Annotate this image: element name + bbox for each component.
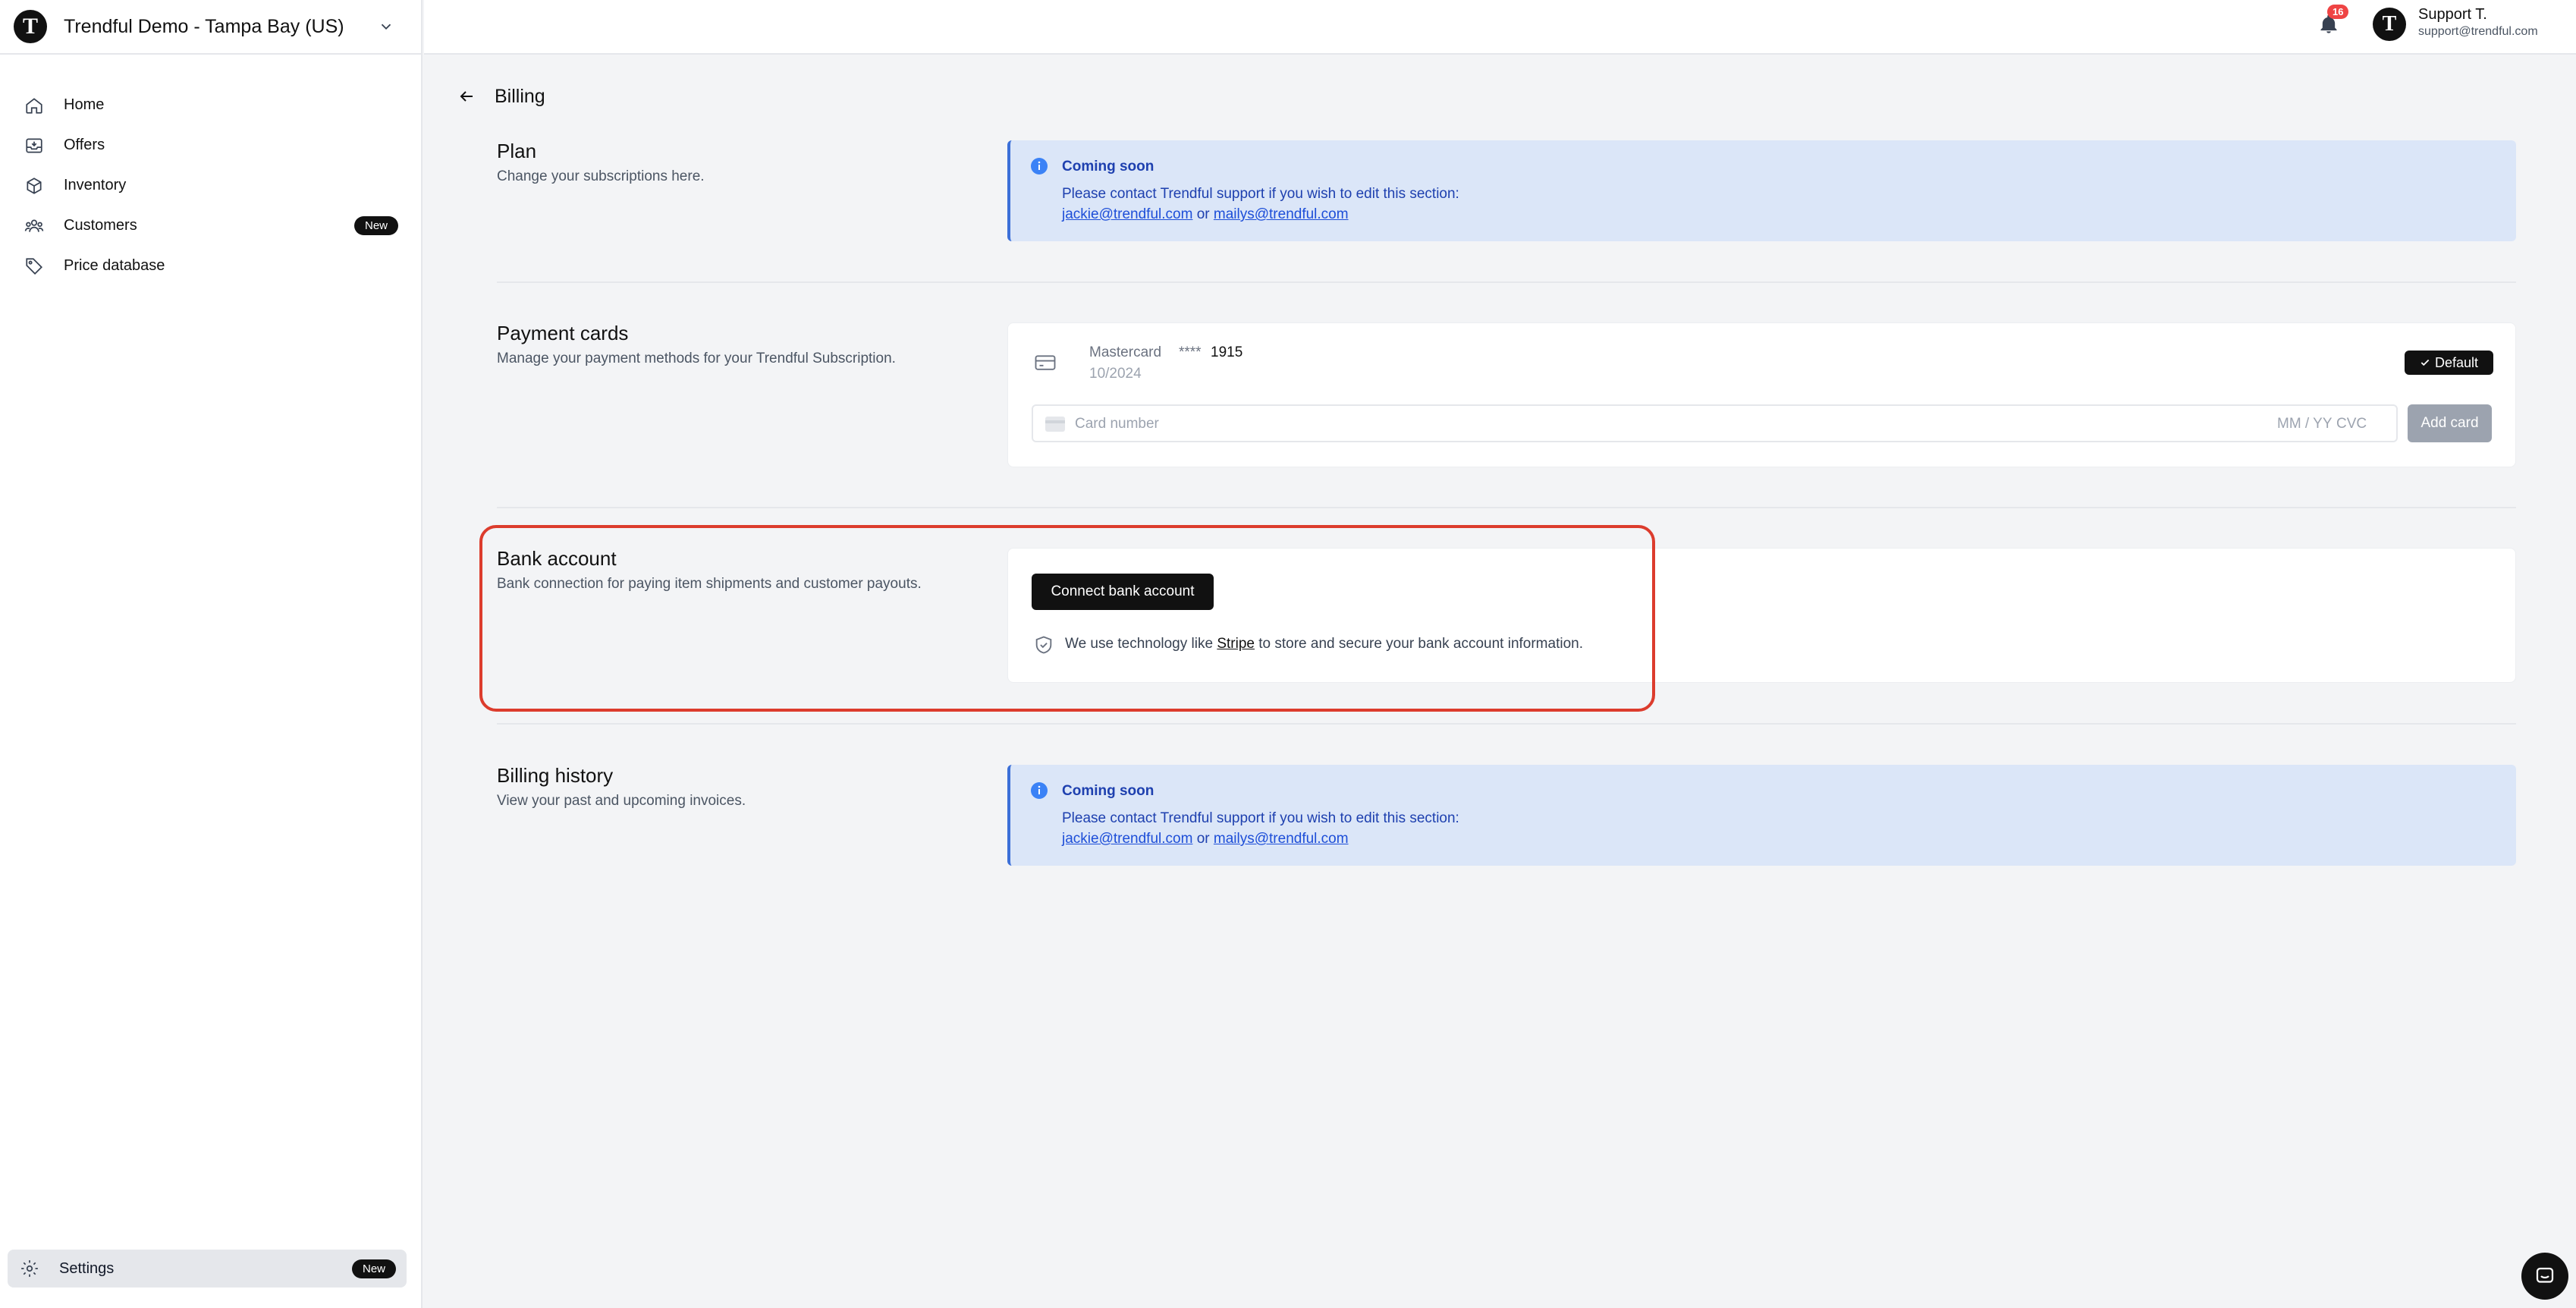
payment-cards-section-title: Payment cards — [497, 322, 629, 344]
notice-or: or — [1196, 831, 1210, 847]
gear-icon — [18, 1257, 41, 1280]
card-masked-digits: **** — [1179, 344, 1202, 360]
notice-links: jackie@trendful.com or mailys@trendful.c… — [1062, 206, 1349, 223]
payment-cards-section-description: Manage your payment methods for your Tre… — [497, 351, 896, 366]
org-logo: T — [14, 10, 47, 43]
user-name: Support T. — [2418, 6, 2487, 23]
sidebar-item-label: Offers — [64, 137, 105, 153]
connect-bank-account-button[interactable]: Connect bank account — [1032, 574, 1214, 610]
sidebar-item-offers[interactable]: Offers — [8, 125, 413, 165]
credit-card-icon — [1034, 351, 1057, 374]
plan-section-title: Plan — [497, 140, 537, 162]
notice-links: jackie@trendful.com or mailys@trendful.c… — [1062, 831, 1349, 847]
chat-launcher-button[interactable] — [2521, 1253, 2568, 1300]
section-divider — [497, 507, 2516, 508]
add-card-button[interactable]: Add card — [2408, 404, 2492, 442]
default-label: Default — [2434, 354, 2479, 370]
security-note-prefix: We use technology like — [1065, 636, 1214, 652]
stripe-link[interactable]: Stripe — [1217, 636, 1255, 652]
shield-check-icon — [1033, 634, 1054, 656]
billing-history-section-title: Billing history — [497, 764, 614, 787]
card-last4: 1915 — [1211, 344, 1243, 360]
support-email-link-mailys[interactable]: mailys@trendful.com — [1214, 831, 1349, 847]
sidebar-item-home[interactable]: Home — [8, 85, 413, 125]
chat-icon — [2536, 1267, 2554, 1283]
notice-title: Coming soon — [1062, 783, 1154, 799]
notice-or: or — [1196, 206, 1210, 222]
tag-icon — [23, 255, 46, 278]
page-title: Billing — [495, 85, 545, 107]
info-icon — [1030, 781, 1048, 800]
sidebar: T Trendful Demo - Tampa Bay (US) Home Of… — [0, 0, 423, 1308]
card-number-input[interactable]: Card number MM / YY CVC — [1032, 404, 2398, 442]
bank-account-panel: Connect bank account We use technology l… — [1007, 548, 2516, 683]
users-icon — [23, 215, 46, 237]
notice-text: Please contact Trendful support if you w… — [1062, 810, 1459, 826]
card-brand: Mastercard — [1089, 344, 1162, 360]
card-placeholder-icon — [1045, 417, 1065, 432]
sidebar-nav: Home Offers Inventory Customers New Pric… — [0, 55, 421, 286]
sidebar-item-inventory[interactable]: Inventory — [8, 165, 413, 206]
payment-cards-panel: Mastercard **** 1915 10/2024 Default Car… — [1007, 322, 2516, 467]
support-email-link-jackie[interactable]: jackie@trendful.com — [1062, 206, 1192, 222]
box-icon — [23, 175, 46, 197]
bank-account-section-title: Bank account — [497, 547, 617, 570]
bank-account-section-description: Bank connection for paying item shipment… — [497, 576, 922, 592]
sidebar-item-label: Inventory — [64, 177, 127, 193]
card-expiry-placeholder[interactable]: MM / YY — [2277, 416, 2333, 432]
sidebar-item-settings[interactable]: Settings New — [8, 1250, 407, 1288]
notification-count-badge: 16 — [2327, 5, 2349, 19]
sidebar-item-label: Home — [64, 96, 105, 113]
card-expiry: 10/2024 — [1089, 366, 1142, 382]
bank-security-note: We use technology like Stripe to store a… — [1065, 636, 1583, 652]
card-cvc-placeholder[interactable]: CVC — [2336, 416, 2367, 432]
org-name: Trendful Demo - Tampa Bay (US) — [64, 15, 344, 37]
security-note-suffix: to store and secure your bank account in… — [1258, 636, 1583, 652]
section-divider — [497, 723, 2516, 725]
sidebar-item-price-database[interactable]: Price database — [8, 246, 413, 286]
page-header: Billing — [455, 85, 545, 108]
billing-history-section-description: View your past and upcoming invoices. — [497, 793, 746, 809]
back-arrow-icon[interactable] — [455, 85, 478, 108]
new-badge: New — [351, 1259, 396, 1278]
card-number-placeholder: Card number — [1075, 416, 1159, 432]
notice-text: Please contact Trendful support if you w… — [1062, 186, 1459, 202]
avatar[interactable]: T — [2373, 8, 2406, 41]
default-card-badge: Default — [2405, 351, 2493, 375]
plan-coming-soon-notice: Coming soon Please contact Trendful supp… — [1007, 140, 2516, 241]
org-switcher[interactable]: T Trendful Demo - Tampa Bay (US) — [0, 0, 421, 55]
section-divider — [497, 281, 2516, 283]
inbox-icon — [23, 134, 46, 157]
sidebar-item-label: Price database — [64, 257, 165, 274]
support-email-link-mailys[interactable]: mailys@trendful.com — [1214, 206, 1349, 222]
plan-section-description: Change your subscriptions here. — [497, 168, 705, 184]
notice-title: Coming soon — [1062, 159, 1154, 175]
info-icon — [1030, 157, 1048, 175]
sidebar-item-label: Customers — [64, 217, 137, 234]
top-bar — [424, 0, 2576, 55]
chevron-down-icon[interactable] — [371, 11, 401, 42]
home-icon — [23, 94, 46, 117]
new-badge: New — [353, 216, 398, 235]
support-email-link-jackie[interactable]: jackie@trendful.com — [1062, 831, 1192, 847]
sidebar-item-label: Settings — [59, 1259, 115, 1277]
user-email: support@trendful.com — [2418, 25, 2538, 38]
billing-history-coming-soon-notice: Coming soon Please contact Trendful supp… — [1007, 765, 2516, 866]
check-icon — [2420, 359, 2430, 366]
sidebar-item-customers[interactable]: Customers New — [8, 206, 413, 246]
